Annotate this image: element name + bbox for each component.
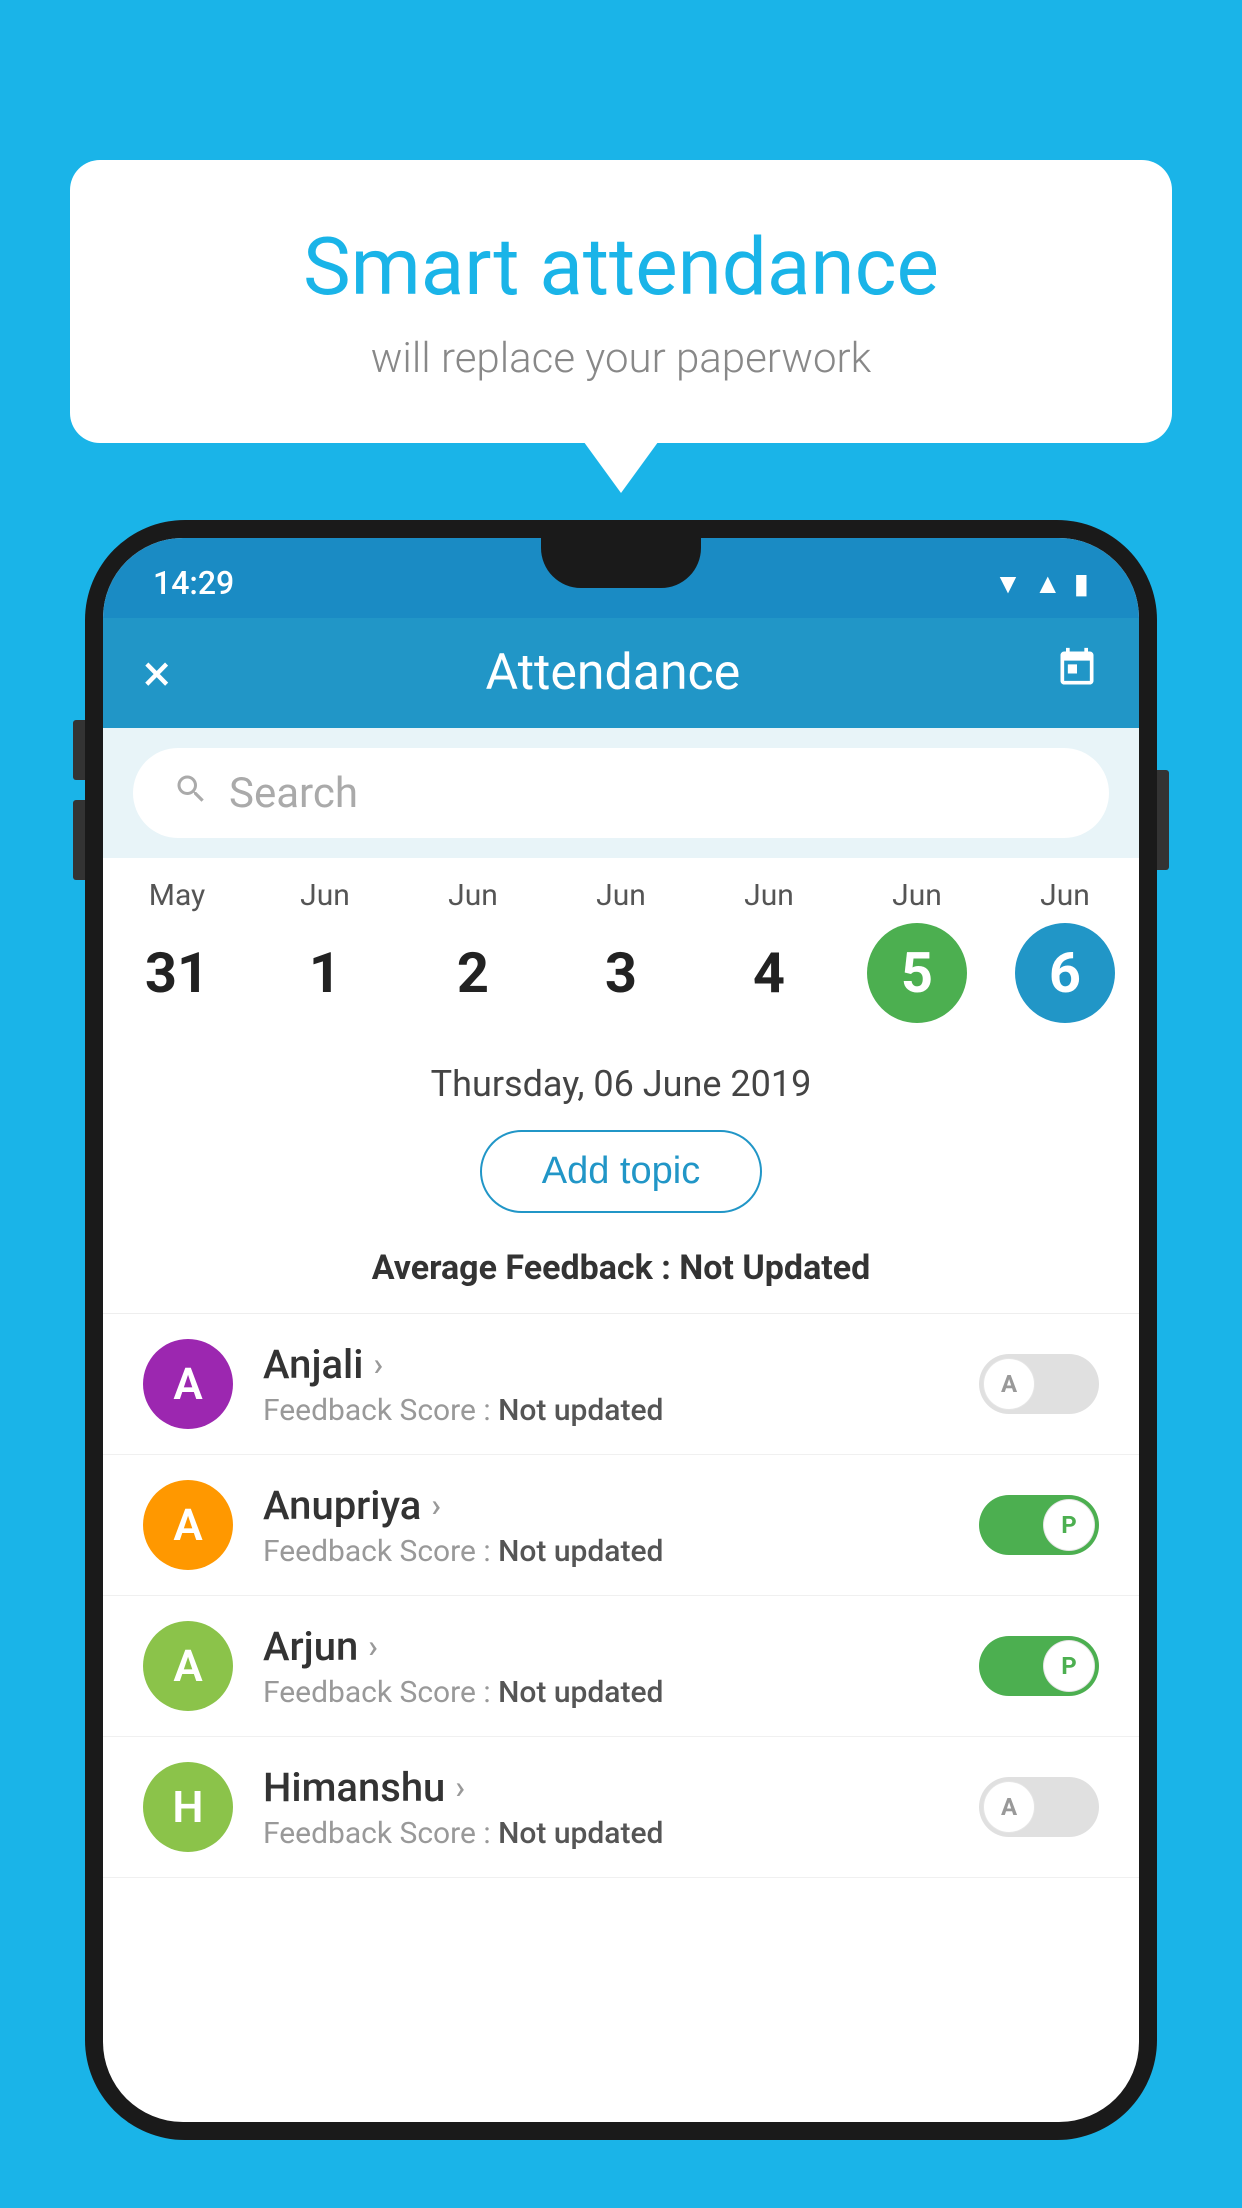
student-avatar-0: A bbox=[143, 1339, 233, 1429]
search-bar-container: Search bbox=[103, 728, 1139, 858]
avg-feedback: Average Feedback : Not Updated bbox=[103, 1238, 1139, 1314]
student-item-2: A Arjun › Feedback Score : Not updated P bbox=[103, 1596, 1139, 1737]
student-list: AAnjali ›Feedback Score : Not updatedAAA… bbox=[103, 1314, 1139, 1878]
search-icon bbox=[173, 770, 209, 817]
cal-month-2: Jun bbox=[448, 878, 498, 913]
status-icons: ▼ ▲ ▮ bbox=[994, 567, 1089, 600]
battery-icon: ▮ bbox=[1074, 567, 1089, 600]
student-feedback-3: Feedback Score : Not updated bbox=[263, 1816, 949, 1851]
toggle-container-1: P bbox=[979, 1495, 1099, 1555]
cal-date-6: 6 bbox=[1015, 923, 1115, 1023]
signal-icon: ▲ bbox=[1034, 567, 1062, 600]
cal-date-3: 3 bbox=[571, 923, 671, 1023]
avg-feedback-label: Average Feedback : bbox=[372, 1248, 671, 1288]
calendar-row: May 31 Jun 1 Jun 2 Jun 3 Jun 4 Jun 5 Jun 6 bbox=[103, 858, 1139, 1033]
student-name-3[interactable]: Himanshu › bbox=[263, 1764, 949, 1811]
cal-date-0: 31 bbox=[127, 923, 227, 1023]
cal-month-1: Jun bbox=[300, 878, 350, 913]
calendar-day-0[interactable]: May 31 bbox=[107, 878, 247, 1023]
avg-feedback-value: Not Updated bbox=[679, 1248, 870, 1288]
student-name-2[interactable]: Arjun › bbox=[263, 1623, 949, 1670]
phone-notch bbox=[541, 538, 701, 588]
cal-month-0: May bbox=[149, 878, 205, 913]
vol-up-button bbox=[73, 720, 85, 780]
toggle-container-3: A bbox=[979, 1777, 1099, 1837]
calendar-day-4[interactable]: Jun 4 bbox=[699, 878, 839, 1023]
bubble-subtitle: will replace your paperwork bbox=[150, 334, 1092, 383]
attendance-toggle-2[interactable]: P bbox=[979, 1636, 1099, 1696]
student-info-0: Anjali › Feedback Score : Not updated bbox=[263, 1341, 949, 1428]
speech-bubble: Smart attendance will replace your paper… bbox=[70, 160, 1172, 443]
calendar-day-6[interactable]: Jun 6 bbox=[995, 878, 1135, 1023]
calendar-day-3[interactable]: Jun 3 bbox=[551, 878, 691, 1023]
app-header: × Attendance bbox=[103, 618, 1139, 728]
cal-month-3: Jun bbox=[596, 878, 646, 913]
toggle-knob-0: A bbox=[983, 1358, 1035, 1410]
search-bar[interactable]: Search bbox=[133, 748, 1109, 838]
speech-bubble-container: Smart attendance will replace your paper… bbox=[70, 160, 1172, 443]
student-avatar-3: H bbox=[143, 1762, 233, 1852]
student-feedback-2: Feedback Score : Not updated bbox=[263, 1675, 949, 1710]
vol-down-button bbox=[73, 800, 85, 880]
cal-date-2: 2 bbox=[423, 923, 523, 1023]
date-info: Thursday, 06 June 2019 bbox=[103, 1033, 1139, 1120]
calendar-icon[interactable] bbox=[1055, 646, 1099, 701]
phone-screen: 14:29 ▼ ▲ ▮ × Attendance bbox=[103, 538, 1139, 2122]
student-avatar-1: A bbox=[143, 1480, 233, 1570]
student-feedback-0: Feedback Score : Not updated bbox=[263, 1393, 949, 1428]
student-item-1: A Anupriya › Feedback Score : Not updated P bbox=[103, 1455, 1139, 1596]
cal-date-5: 5 bbox=[867, 923, 967, 1023]
attendance-toggle-1[interactable]: P bbox=[979, 1495, 1099, 1555]
student-info-2: Arjun › Feedback Score : Not updated bbox=[263, 1623, 949, 1710]
student-chevron-2: › bbox=[368, 1627, 378, 1665]
header-title: Attendance bbox=[486, 644, 741, 702]
toggle-knob-1: P bbox=[1043, 1499, 1095, 1551]
student-chevron-3: › bbox=[455, 1768, 465, 1806]
student-item-0: A Anjali › Feedback Score : Not updated A bbox=[103, 1314, 1139, 1455]
student-item-3: H Himanshu › Feedback Score : Not updated A bbox=[103, 1737, 1139, 1878]
attendance-toggle-3[interactable]: A bbox=[979, 1777, 1099, 1837]
calendar-day-5[interactable]: Jun 5 bbox=[847, 878, 987, 1023]
student-feedback-1: Feedback Score : Not updated bbox=[263, 1534, 949, 1569]
wifi-icon: ▼ bbox=[994, 567, 1022, 600]
power-button bbox=[1157, 770, 1169, 870]
close-button[interactable]: × bbox=[143, 643, 171, 704]
toggle-container-2: P bbox=[979, 1636, 1099, 1696]
student-chevron-1: › bbox=[431, 1486, 441, 1524]
calendar-day-1[interactable]: Jun 1 bbox=[255, 878, 395, 1023]
attendance-toggle-0[interactable]: A bbox=[979, 1354, 1099, 1414]
student-chevron-0: › bbox=[373, 1345, 383, 1383]
student-info-1: Anupriya › Feedback Score : Not updated bbox=[263, 1482, 949, 1569]
student-name-1[interactable]: Anupriya › bbox=[263, 1482, 949, 1529]
student-info-3: Himanshu › Feedback Score : Not updated bbox=[263, 1764, 949, 1851]
add-topic-button[interactable]: Add topic bbox=[480, 1130, 762, 1213]
bubble-title: Smart attendance bbox=[150, 220, 1092, 314]
selected-date-text: Thursday, 06 June 2019 bbox=[431, 1063, 812, 1105]
phone-outer: 14:29 ▼ ▲ ▮ × Attendance bbox=[85, 520, 1157, 2140]
cal-month-5: Jun bbox=[892, 878, 942, 913]
search-input-placeholder: Search bbox=[229, 769, 358, 818]
cal-date-4: 4 bbox=[719, 923, 819, 1023]
toggle-knob-3: A bbox=[983, 1781, 1035, 1833]
status-time: 14:29 bbox=[153, 564, 234, 602]
cal-month-6: Jun bbox=[1040, 878, 1090, 913]
cal-date-1: 1 bbox=[275, 923, 375, 1023]
calendar-day-2[interactable]: Jun 2 bbox=[403, 878, 543, 1023]
toggle-knob-2: P bbox=[1043, 1640, 1095, 1692]
phone-wrapper: 14:29 ▼ ▲ ▮ × Attendance bbox=[85, 520, 1157, 2208]
toggle-container-0: A bbox=[979, 1354, 1099, 1414]
student-avatar-2: A bbox=[143, 1621, 233, 1711]
cal-month-4: Jun bbox=[744, 878, 794, 913]
add-topic-container: Add topic bbox=[103, 1120, 1139, 1238]
student-name-0[interactable]: Anjali › bbox=[263, 1341, 949, 1388]
